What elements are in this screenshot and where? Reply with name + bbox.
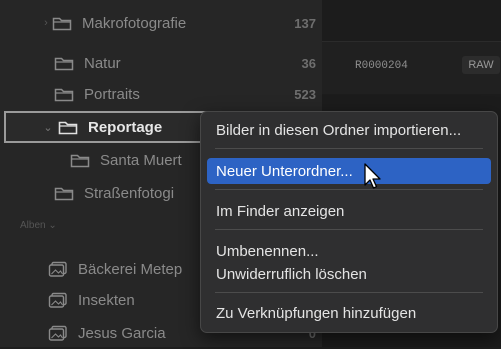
menu-separator: [215, 189, 483, 190]
folder-icon: [54, 55, 74, 71]
folder-row-natur[interactable]: Natur 36: [0, 47, 322, 79]
menu-item-delete[interactable]: Unwiderruflich löschen: [207, 261, 491, 287]
album-icon: [48, 325, 68, 341]
folder-label: Santa Muert: [100, 151, 182, 169]
album-icon: [48, 292, 68, 308]
image-filename: R0000204: [355, 60, 408, 72]
menu-item-add-shortcut[interactable]: Zu Verknüpfungen hinzufügen: [207, 300, 491, 326]
folder-label: Natur: [84, 54, 121, 72]
folder-label: Reportage: [88, 118, 163, 136]
album-label: Bäckerei Metep: [78, 260, 183, 278]
context-menu: Bilder in diesen Ordner importieren... N…: [200, 111, 498, 333]
folder-icon: [52, 15, 72, 31]
folder-label: Straßenfotogi: [84, 184, 175, 202]
albums-section-header[interactable]: Alben ⌄: [20, 220, 57, 231]
album-label: Jesus Garcia: [78, 324, 166, 342]
folder-label: Portraits: [84, 85, 140, 103]
menu-separator: [215, 148, 483, 149]
folder-icon: [54, 86, 74, 102]
menu-item-new-subfolder[interactable]: Neuer Unterordner...: [207, 158, 491, 184]
folder-label: Makrofotografie: [82, 14, 187, 32]
chevron-right-icon[interactable]: ›: [40, 17, 52, 29]
folder-row-makrofotografie[interactable]: › Makrofotografie 137: [0, 7, 322, 39]
folder-icon: [58, 119, 78, 135]
raw-badge: RAW: [462, 56, 500, 74]
folder-row-portraits[interactable]: Portraits 523: [0, 78, 322, 110]
menu-separator: [215, 292, 483, 293]
folder-icon: [54, 185, 74, 201]
menu-item-show-in-finder[interactable]: Im Finder anzeigen: [207, 198, 491, 224]
chevron-down-icon[interactable]: ⌄: [42, 121, 54, 134]
mouse-pointer-icon: [363, 163, 383, 191]
folder-count: 523: [294, 86, 316, 102]
album-icon: [48, 261, 68, 277]
album-label: Insekten: [78, 291, 135, 309]
folder-count: 36: [301, 55, 316, 71]
folder-icon: [70, 152, 90, 168]
folder-count: 137: [294, 15, 316, 31]
menu-item-import[interactable]: Bilder in diesen Ordner importieren...: [207, 117, 491, 143]
menu-separator: [215, 229, 483, 230]
